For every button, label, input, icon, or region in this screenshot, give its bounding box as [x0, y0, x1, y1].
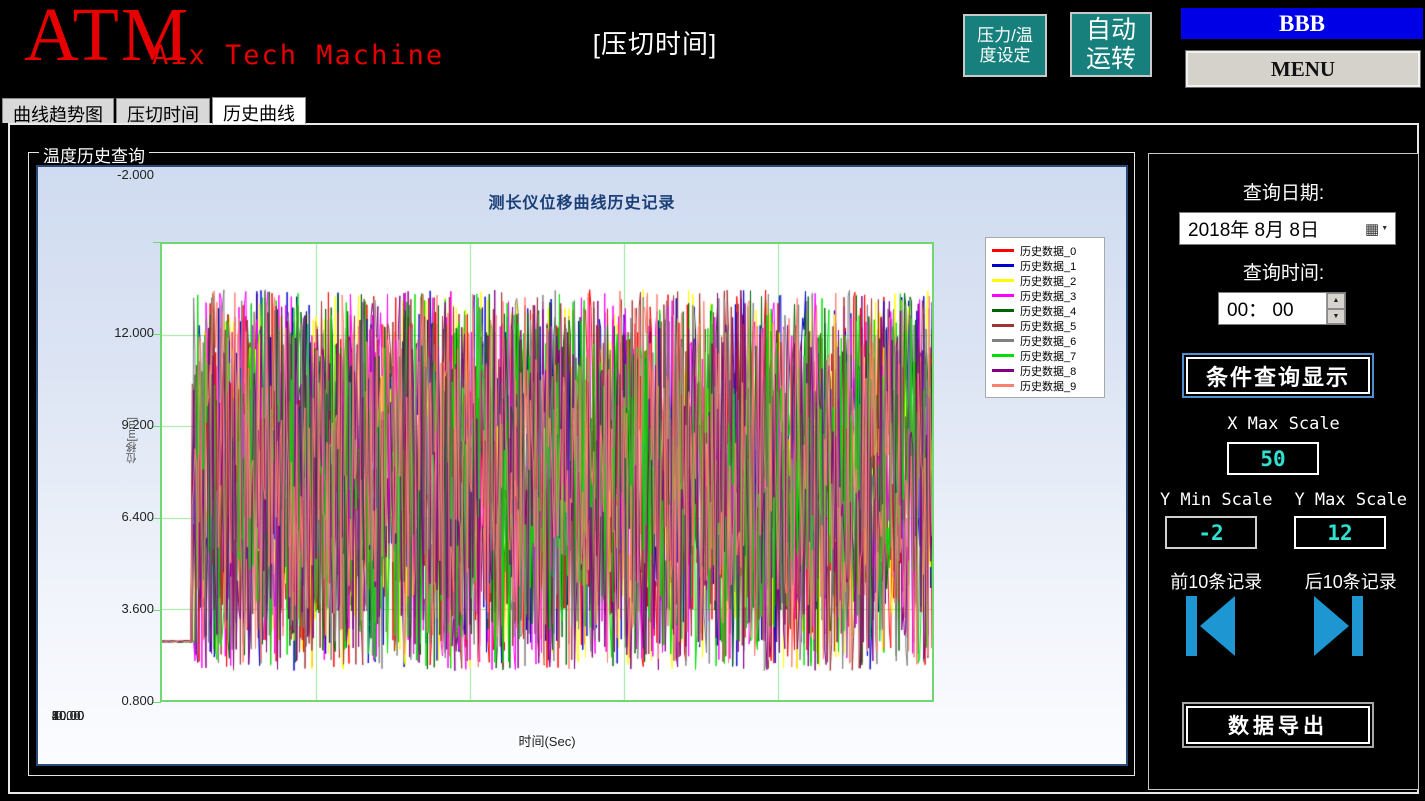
y-tick-mark — [153, 702, 161, 703]
auto-run-label-line1: 自动 — [1085, 15, 1136, 44]
legend-item: 历史数据_6 — [992, 333, 1098, 348]
time-spinner — [1326, 293, 1345, 324]
tab-bar: 曲线趋势图 压切时间 历史曲线 — [2, 97, 308, 125]
pressure-temp-label-line1: 压力/温 — [977, 25, 1033, 45]
y-min-scale-input[interactable]: -2 — [1165, 516, 1257, 549]
y-tick-label: 3.600 — [121, 601, 154, 616]
legend-item: 历史数据_4 — [992, 303, 1098, 318]
prev-records-button[interactable] — [1186, 594, 1236, 658]
groupbox-title: 温度历史查询 — [39, 142, 149, 167]
history-chart: 测长仪位移曲线历史记录 12.000 9.200 6.400 3.600 0.8… — [36, 165, 1128, 766]
data-export-button[interactable]: 数据导出 — [1182, 702, 1374, 748]
y-max-scale-label: Y Max Scale — [1294, 490, 1408, 510]
chart-legend: 历史数据_0 历史数据_1 历史数据_2 历史数据_3 历史数据_4 历史数据_… — [985, 237, 1105, 398]
time-input-value: 00： 00 — [1227, 300, 1294, 321]
y-tick-label: 12.000 — [114, 325, 154, 340]
legend-item: 历史数据_5 — [992, 318, 1098, 333]
y-tick-label: -2.000 — [117, 167, 154, 182]
legend-item: 历史数据_7 — [992, 348, 1098, 363]
time-input[interactable]: 00： 00 — [1218, 292, 1346, 325]
legend-item: 历史数据_9 — [992, 378, 1098, 393]
legend-color-swatch — [992, 354, 1014, 357]
query-time-label: 查询时间: — [1242, 263, 1325, 284]
date-picker-value: 2018年 8月 8日 — [1188, 220, 1319, 241]
chart-title: 测长仪位移曲线历史记录 — [488, 195, 676, 212]
hmi-root: ATM Aix Tech Machine [压切时间] 压力/温 度设定 自动 … — [0, 0, 1425, 801]
plot-area — [160, 242, 934, 702]
calendar-dropdown-icon[interactable] — [1365, 220, 1395, 238]
y-max-scale-input[interactable]: 12 — [1294, 516, 1386, 549]
legend-color-swatch — [992, 324, 1014, 327]
query-sidebar: 查询日期: 2018年 8月 8日 查询时间: 00： 00 条件查询显示 X … — [1148, 153, 1419, 790]
page-title: [压切时间] — [592, 29, 718, 59]
legend-item: 历史数据_2 — [992, 273, 1098, 288]
tab-history-curve[interactable]: 历史曲线 — [212, 97, 306, 124]
legend-color-swatch — [992, 309, 1014, 312]
tab-curve-trend[interactable]: 曲线趋势图 — [2, 98, 114, 125]
pressure-temp-settings-button[interactable]: 压力/温 度设定 — [963, 14, 1047, 77]
y-axis-label: 位移[mm] — [126, 417, 138, 464]
record-nav-labels: 前10条记录 后10条记录 — [1149, 568, 1418, 594]
data-export-label: 数据导出 — [1186, 706, 1370, 744]
date-picker[interactable]: 2018年 8月 8日 — [1179, 212, 1396, 245]
x-axis-label: 时间(Sec) — [518, 734, 576, 749]
legend-item: 历史数据_8 — [992, 363, 1098, 378]
spinner-down-icon[interactable] — [1327, 308, 1345, 324]
plot-canvas — [162, 244, 932, 700]
legend-item: 历史数据_3 — [992, 288, 1098, 303]
legend-color-swatch — [992, 339, 1014, 342]
tab-press-cut-time[interactable]: 压切时间 — [116, 98, 210, 125]
next-records-button[interactable] — [1313, 594, 1363, 658]
prev-records-label: 前10条记录 — [1170, 572, 1263, 592]
y-scale-labels: Y Min Scale Y Max Scale — [1149, 490, 1418, 510]
y-tick-label: 9.200 — [121, 417, 154, 432]
next-records-label: 后10条记录 — [1304, 572, 1397, 592]
legend-color-swatch — [992, 279, 1014, 282]
legend-color-swatch — [992, 369, 1014, 372]
spinner-up-icon[interactable] — [1327, 293, 1345, 309]
auto-run-button[interactable]: 自动 运转 — [1070, 12, 1152, 77]
y-tick-label: 0.800 — [121, 693, 154, 708]
y-min-scale-label: Y Min Scale — [1159, 490, 1273, 510]
legend-item: 历史数据_0 — [992, 243, 1098, 258]
conditional-query-label: 条件查询显示 — [1186, 357, 1370, 394]
skip-forward-icon — [1314, 596, 1363, 656]
legend-item: 历史数据_1 — [992, 258, 1098, 273]
conditional-query-button[interactable]: 条件查询显示 — [1182, 353, 1374, 398]
x-max-scale-input[interactable]: 50 — [1227, 442, 1319, 475]
y-tick-label: 6.400 — [121, 509, 154, 524]
legend-color-swatch — [992, 294, 1014, 297]
pressure-temp-label-line2: 度设定 — [979, 45, 1031, 65]
query-date-label: 查询日期: — [1242, 183, 1325, 204]
auto-run-label-line2: 运转 — [1085, 44, 1136, 73]
logo-subtitle: Aix Tech Machine — [152, 40, 445, 71]
legend-color-swatch — [992, 264, 1014, 267]
x-max-scale-label: X Max Scale — [1227, 414, 1340, 434]
status-banner: BBB — [1181, 8, 1423, 39]
legend-color-swatch — [992, 249, 1014, 252]
x-tick-label: 50.00 — [51, 708, 85, 723]
skip-back-icon — [1186, 596, 1235, 656]
legend-color-swatch — [992, 384, 1014, 387]
menu-button[interactable]: MENU — [1185, 50, 1421, 88]
